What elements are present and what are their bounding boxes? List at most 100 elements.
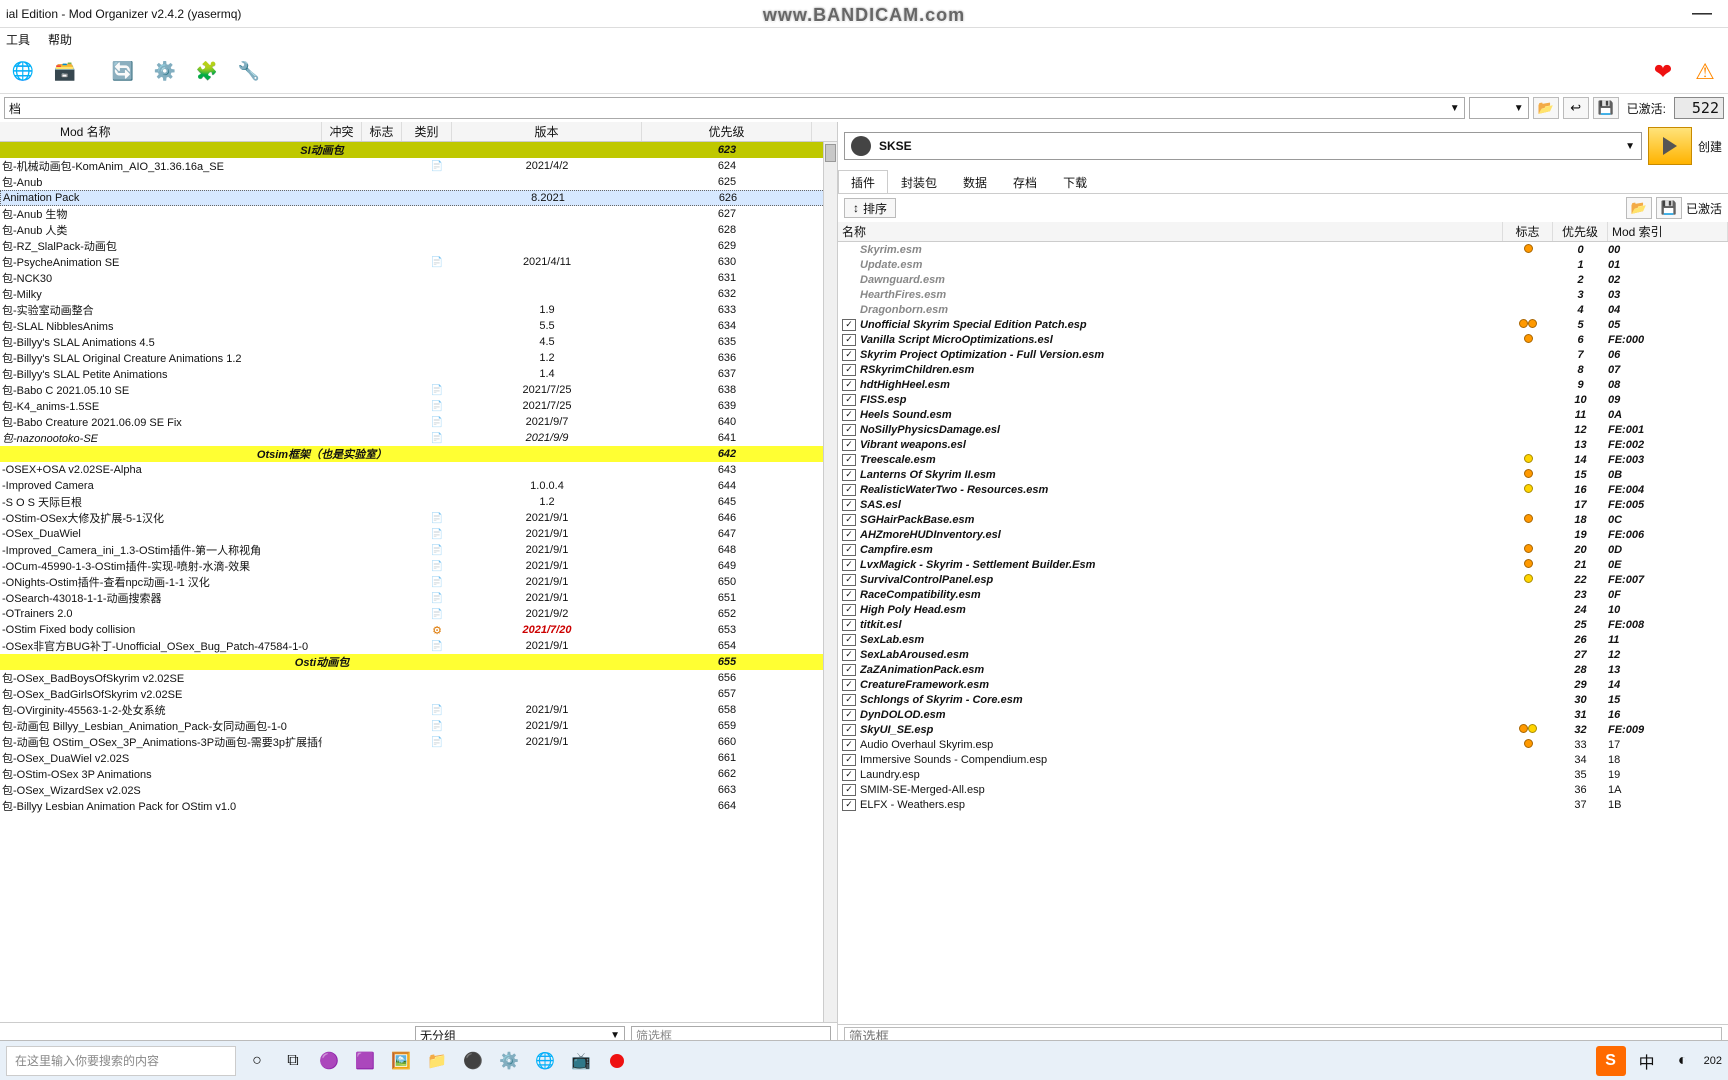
scrollbar[interactable] xyxy=(823,142,837,1022)
plugin-checkbox[interactable]: ✓ xyxy=(842,754,856,766)
secondary-select[interactable]: ▼ xyxy=(1469,97,1529,119)
mod-list[interactable]: SI动画包623包-机械动画包-KomAnim_AIO_31.36.16a_SE… xyxy=(0,142,837,1022)
plugin-row[interactable]: ✓titkit.esl25FE:008 xyxy=(838,617,1728,632)
mod-row[interactable]: -OStim-OSex大修及扩展-5-1汉化2021/9/1646 xyxy=(0,510,837,526)
plugin-row[interactable]: ✓High Poly Head.esm2410 xyxy=(838,602,1728,617)
plugin-row[interactable]: ✓RSkyrimChildren.esm807 xyxy=(838,362,1728,377)
plugin-checkbox[interactable]: ✓ xyxy=(842,349,856,361)
col-version[interactable]: 版本 xyxy=(452,122,642,141)
clock[interactable]: 202 xyxy=(1704,1055,1722,1067)
plugin-save-icon[interactable]: 💾 xyxy=(1656,197,1682,219)
plugin-row[interactable]: ✓Immersive Sounds - Compendium.esp3418 xyxy=(838,752,1728,767)
plugin-checkbox[interactable]: ✓ xyxy=(842,394,856,406)
plugin-row[interactable]: ✓SexLab.esm2611 xyxy=(838,632,1728,647)
plugin-checkbox[interactable]: ✓ xyxy=(842,559,856,571)
backup-icon[interactable]: 💾 xyxy=(1593,97,1619,119)
run-button[interactable] xyxy=(1648,127,1692,165)
plugin-checkbox[interactable]: ✓ xyxy=(842,544,856,556)
plugin-row[interactable]: Skyrim.esm000 xyxy=(838,242,1728,257)
app1-icon[interactable]: 🟣 xyxy=(314,1046,344,1076)
plugin-checkbox[interactable]: ✓ xyxy=(842,799,856,811)
plugin-row[interactable]: ✓FISS.esp1009 xyxy=(838,392,1728,407)
plugin-list[interactable]: Skyrim.esm000Update.esm101Dawnguard.esm2… xyxy=(838,242,1728,1024)
plugin-row[interactable]: ✓RealisticWaterTwo - Resources.esm16FE:0… xyxy=(838,482,1728,497)
chrome-icon[interactable]: 🌐 xyxy=(530,1046,560,1076)
mod-row[interactable]: 包-动画包 OStim_OSex_3P_Animations-3P动画包-需要3… xyxy=(0,734,837,750)
plugin-checkbox[interactable]: ✓ xyxy=(842,469,856,481)
menu-tools[interactable]: 工具 xyxy=(6,31,30,48)
mod-row[interactable]: 包-OSex_DuaWiel v2.02S661 xyxy=(0,750,837,766)
plugin-checkbox[interactable]: ✓ xyxy=(842,424,856,436)
mod-row[interactable]: -OSearch-43018-1-1-动画搜索器2021/9/1651 xyxy=(0,590,837,606)
menu-help[interactable]: 帮助 xyxy=(48,31,72,48)
plugin-row[interactable]: ✓SkyUI_SE.esp32FE:009 xyxy=(838,722,1728,737)
plugin-row[interactable]: Dragonborn.esm404 xyxy=(838,302,1728,317)
plugin-checkbox[interactable]: ✓ xyxy=(842,319,856,331)
plugin-row[interactable]: ✓Vibrant weapons.esl13FE:002 xyxy=(838,437,1728,452)
mod-row[interactable]: 包-PsycheAnimation SE2021/4/11630 xyxy=(0,254,837,270)
mod-row[interactable]: 包-K4_anims-1.5SE2021/7/25639 xyxy=(0,398,837,414)
mod-separator[interactable]: Osti动画包655 xyxy=(0,654,837,670)
plugin-row[interactable]: ✓ZaZAnimationPack.esm2813 xyxy=(838,662,1728,677)
minimize-button[interactable]: — xyxy=(1682,2,1722,25)
settings-icon[interactable]: ⚙️ xyxy=(494,1046,524,1076)
plugin-checkbox[interactable]: ✓ xyxy=(842,439,856,451)
mod-row[interactable]: 包-实验室动画整合1.9633 xyxy=(0,302,837,318)
plugin-checkbox[interactable]: ✓ xyxy=(842,454,856,466)
taskview-icon[interactable]: ⧉ xyxy=(278,1046,308,1076)
mod-row[interactable]: -OTrainers 2.02021/9/2652 xyxy=(0,606,837,622)
plugin-row[interactable]: ✓DynDOLOD.esm3116 xyxy=(838,707,1728,722)
plugin-checkbox[interactable]: ✓ xyxy=(842,784,856,796)
mod-row[interactable]: -OSex非官方BUG补丁-Unofficial_OSex_Bug_Patch-… xyxy=(0,638,837,654)
mod-row[interactable]: 包-Billyy's SLAL Petite Animations1.4637 xyxy=(0,366,837,382)
plugin-checkbox[interactable]: ✓ xyxy=(842,514,856,526)
open-folder-icon[interactable]: 📂 xyxy=(1533,97,1559,119)
plugin-checkbox[interactable]: ✓ xyxy=(842,664,856,676)
mod-row[interactable]: 包-Milky632 xyxy=(0,286,837,302)
tab-2[interactable]: 数据 xyxy=(950,170,1000,193)
plugin-row[interactable]: ✓Treescale.esm14FE:003 xyxy=(838,452,1728,467)
plugin-row[interactable]: ✓Heels Sound.esm110A xyxy=(838,407,1728,422)
plugin-checkbox[interactable]: ✓ xyxy=(842,709,856,721)
col-conflict[interactable]: 冲突 xyxy=(322,122,362,141)
mod-row[interactable]: 包-动画包 Billyy_Lesbian_Animation_Pack-女同动画… xyxy=(0,718,837,734)
mod-row[interactable]: -Improved_Camera_ini_1.3-OStim插件-第一人称视角2… xyxy=(0,542,837,558)
plugin-row[interactable]: ✓CreatureFramework.esm2914 xyxy=(838,677,1728,692)
plugin-checkbox[interactable]: ✓ xyxy=(842,724,856,736)
mod-row[interactable]: -OSEX+OSA v2.02SE-Alpha643 xyxy=(0,462,837,478)
plugin-row[interactable]: ✓Lanterns Of Skyrim II.esm150B xyxy=(838,467,1728,482)
plugin-row[interactable]: HearthFires.esm303 xyxy=(838,287,1728,302)
mod-row[interactable]: 包-SLAL NibblesAnims5.5634 xyxy=(0,318,837,334)
plugin-checkbox[interactable]: ✓ xyxy=(842,499,856,511)
col-flag[interactable]: 标志 xyxy=(362,122,402,141)
mod-row[interactable]: 包-OSex_BadBoysOfSkyrim v2.02SE656 xyxy=(0,670,837,686)
globe-icon[interactable]: 🌐 xyxy=(6,55,40,89)
mod-row[interactable]: 包-OSex_BadGirlsOfSkyrim v2.02SE657 xyxy=(0,686,837,702)
app2-icon[interactable]: 🟪 xyxy=(350,1046,380,1076)
plugin-checkbox[interactable]: ✓ xyxy=(842,484,856,496)
plugin-row[interactable]: ✓SGHairPackBase.esm180C xyxy=(838,512,1728,527)
plugin-checkbox[interactable]: ✓ xyxy=(842,679,856,691)
plugin-checkbox[interactable]: ✓ xyxy=(842,604,856,616)
plugin-row[interactable]: ✓Audio Overhaul Skyrim.esp3317 xyxy=(838,737,1728,752)
mod-row[interactable]: 包-OSex_WizardSex v2.02S663 xyxy=(0,782,837,798)
mod-row[interactable]: 包-RZ_SlalPack-动画包629 xyxy=(0,238,837,254)
plugin-row[interactable]: ✓Unofficial Skyrim Special Edition Patch… xyxy=(838,317,1728,332)
plugin-row[interactable]: ✓Campfire.esm200D xyxy=(838,542,1728,557)
mod-row[interactable]: 包-nazonootoko-SE2021/9/9641 xyxy=(0,430,837,446)
plugin-row[interactable]: ✓ELFX - Weathers.esp371B xyxy=(838,797,1728,812)
plugin-row[interactable]: Dawnguard.esm202 xyxy=(838,272,1728,287)
pcol-idx[interactable]: Mod 索引 xyxy=(1608,222,1728,241)
plugin-checkbox[interactable]: ✓ xyxy=(842,589,856,601)
sort-button[interactable]: ↕ 排序 xyxy=(844,198,896,218)
col-priority[interactable]: 优先级 xyxy=(642,122,812,141)
half-icon[interactable]: ◐ xyxy=(1668,1046,1698,1076)
mod-row[interactable]: -Improved Camera1.0.0.4644 xyxy=(0,478,837,494)
tab-4[interactable]: 下载 xyxy=(1050,170,1100,193)
endorse-icon[interactable]: ❤ xyxy=(1646,55,1680,89)
plugin-row[interactable]: ✓hdtHighHeel.esm908 xyxy=(838,377,1728,392)
tab-0[interactable]: 插件 xyxy=(838,170,888,193)
mod-row[interactable]: 包-Billyy's SLAL Original Creature Animat… xyxy=(0,350,837,366)
mod-row[interactable]: 包-Anub 生物627 xyxy=(0,206,837,222)
mod-row[interactable]: 包-OStim-OSex 3P Animations662 xyxy=(0,766,837,782)
